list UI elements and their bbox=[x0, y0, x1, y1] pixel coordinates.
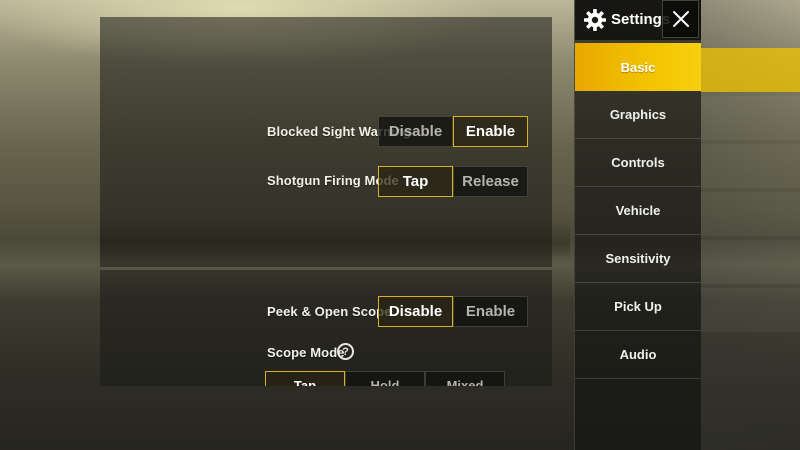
gear-icon bbox=[584, 9, 606, 31]
background-ghost-item bbox=[700, 192, 800, 236]
background-ghost-item bbox=[700, 144, 800, 188]
sidebar-item-pick-up[interactable]: Pick Up bbox=[575, 283, 701, 331]
scope-mixed-button[interactable]: Mixed bbox=[425, 371, 505, 386]
shotgun-release-button[interactable]: Release bbox=[453, 166, 528, 197]
blocked-sight-enable-button[interactable]: Enable bbox=[453, 116, 528, 147]
scope-mode-label: Scope Mode bbox=[267, 345, 345, 360]
peek-open-scope-label: Peek & Open Scope bbox=[267, 304, 392, 319]
help-icon[interactable]: ? bbox=[337, 343, 354, 360]
background-ghost-item bbox=[700, 288, 800, 332]
background-ghost-item bbox=[700, 240, 800, 284]
background-ghost-item bbox=[700, 48, 800, 92]
sidebar-item-audio[interactable]: Audio bbox=[575, 331, 701, 379]
settings-panel-bottom bbox=[100, 270, 552, 386]
peek-disable-button[interactable]: Disable bbox=[378, 296, 453, 327]
peek-open-scope-toggle: Disable Enable bbox=[378, 296, 528, 327]
shotgun-tap-button[interactable]: Tap bbox=[378, 166, 453, 197]
settings-sidebar: Settings Basic Graphics Controls Vehicle… bbox=[574, 0, 701, 450]
scope-tap-button[interactable]: Tap bbox=[265, 371, 345, 386]
close-button[interactable] bbox=[662, 0, 699, 38]
blocked-sight-warning-toggle: Disable Enable bbox=[378, 116, 528, 147]
close-icon bbox=[672, 11, 689, 27]
shotgun-firing-mode-toggle: Tap Release bbox=[378, 166, 528, 197]
sidebar-item-basic[interactable]: Basic bbox=[575, 43, 701, 91]
peek-enable-button[interactable]: Enable bbox=[453, 296, 528, 327]
scope-hold-button[interactable]: Hold bbox=[345, 371, 425, 386]
sidebar-item-graphics[interactable]: Graphics bbox=[575, 91, 701, 139]
blocked-sight-disable-button[interactable]: Disable bbox=[378, 116, 453, 147]
background-ghost-item bbox=[700, 96, 800, 140]
sidebar-item-vehicle[interactable]: Vehicle bbox=[575, 187, 701, 235]
scope-mode-toggle: Tap Hold Mixed bbox=[265, 371, 505, 386]
sidebar-item-controls[interactable]: Controls bbox=[575, 139, 701, 187]
sidebar-item-sensitivity[interactable]: Sensitivity bbox=[575, 235, 701, 283]
